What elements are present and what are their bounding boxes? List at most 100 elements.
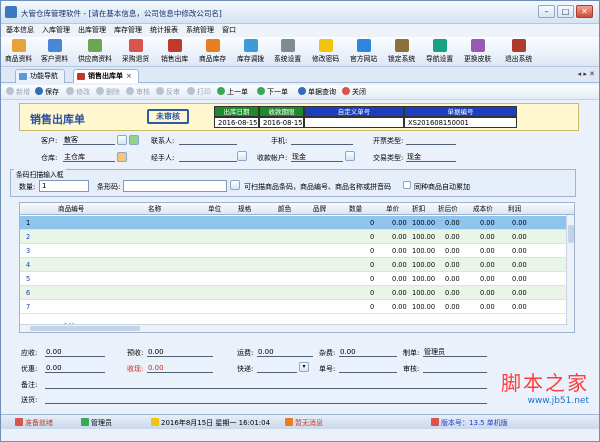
col-price[interactable]: 单价	[386, 203, 399, 215]
toolbar-purchase-return[interactable]: 采购退货	[122, 39, 149, 63]
prev-doc-button[interactable]: 上一单	[217, 87, 248, 97]
payment-due-field[interactable]: 2016-08-15	[259, 117, 304, 128]
auditor-field[interactable]	[423, 363, 487, 373]
toolbar-lock-system[interactable]: 锁定系统	[388, 39, 415, 63]
merge-checkbox[interactable]	[403, 181, 411, 189]
menu-reports[interactable]: 统计报表	[146, 24, 182, 37]
warehouse-field[interactable]: 主仓库	[63, 152, 115, 162]
menu-stock[interactable]: 库存管理	[110, 24, 146, 37]
col-unit[interactable]: 单位	[208, 203, 221, 215]
tab-close-icon[interactable]: ×	[126, 72, 132, 80]
grid-vertical-scrollbar[interactable]	[566, 215, 574, 332]
col-profit[interactable]: 利润	[508, 203, 521, 215]
toolbar-system-settings[interactable]: 系统设置	[274, 39, 301, 63]
col-spec[interactable]: 规格	[238, 203, 251, 215]
outbound-date-field[interactable]: 2016-08-15	[214, 117, 259, 128]
maximize-button[interactable]: □	[557, 5, 574, 18]
waybill-field[interactable]	[339, 363, 397, 373]
status-message[interactable]: 暂无消息	[285, 418, 323, 428]
handler-field[interactable]	[179, 152, 237, 162]
grid-header: 商品编号 名称 单位 规格 颜色 品牌 数量 单价 折扣 折后价 成本价 利润	[20, 203, 574, 215]
handler-select-icon[interactable]	[237, 151, 247, 161]
toolbar-change-password[interactable]: 修改密码	[312, 39, 339, 63]
vertical-scroll-thumb[interactable]	[568, 225, 574, 243]
barcode-search-icon[interactable]	[230, 180, 240, 190]
toolbar-supplier-info[interactable]: 供应商资料	[78, 39, 112, 63]
barcode-input[interactable]	[123, 180, 227, 192]
toolbar-exit[interactable]: 退出系统	[505, 39, 532, 63]
menu-system[interactable]: 系统管理	[182, 24, 218, 37]
col-discount[interactable]: 折扣	[412, 203, 425, 215]
col-color[interactable]: 颜色	[278, 203, 291, 215]
menu-basic-info[interactable]: 基本信息	[1, 24, 38, 37]
col-net-price[interactable]: 折后价	[438, 203, 458, 215]
receipt-account-field[interactable]: 现金	[291, 152, 343, 162]
warehouse-select-icon[interactable]	[117, 152, 127, 162]
customer-select-icon[interactable]	[117, 135, 127, 145]
customer-field[interactable]: 散客	[63, 135, 115, 145]
table-row[interactable]: 1 0 0.00 100.00 0.00 0.00 0.00	[20, 216, 568, 230]
phone-field[interactable]	[291, 135, 353, 145]
cell-price: 0.00	[392, 233, 407, 241]
toolbar-product-info[interactable]: 商品资料	[5, 39, 32, 63]
toolbar-nav-settings[interactable]: 导航设置	[426, 39, 453, 63]
misc-fee-field[interactable]: 0.00	[339, 347, 397, 357]
menu-inbound[interactable]: 入库管理	[38, 24, 74, 37]
col-product-code[interactable]: 商品编号	[58, 203, 84, 215]
audit-button[interactable]: 审核	[126, 87, 150, 97]
tab-navigation[interactable]: ◂ ▸ ✕	[578, 70, 595, 78]
table-row[interactable]: 3 0 0.00 100.00 0.00 0.00 0.00	[20, 244, 568, 258]
col-name[interactable]: 名称	[148, 203, 161, 215]
table-row[interactable]: 6 0 0.00 100.00 0.00 0.00 0.00	[20, 286, 568, 300]
invoice-type-field[interactable]	[406, 135, 456, 145]
print-button[interactable]: 打印	[187, 87, 211, 97]
cell-qty: 0	[370, 275, 375, 283]
query-doc-button[interactable]: 单据查询	[298, 87, 336, 97]
scan-qty-input[interactable]: 1	[39, 180, 89, 192]
toolbar-sales-outbound[interactable]: 销售出库	[161, 39, 188, 63]
col-qty[interactable]: 数量	[349, 203, 362, 215]
col-cost[interactable]: 成本价	[473, 203, 493, 215]
trade-type-field[interactable]: 现金	[406, 152, 456, 162]
contact-field[interactable]	[179, 135, 237, 145]
toolbar-customer-info[interactable]: 客户资料	[41, 39, 68, 63]
maker-field[interactable]: 管理员	[423, 347, 487, 357]
menu-window[interactable]: 窗口	[218, 24, 240, 37]
col-brand[interactable]: 品牌	[313, 203, 326, 215]
toolbar-change-skin[interactable]: 更换皮肤	[464, 39, 491, 63]
close-doc-button[interactable]: 关闭	[342, 87, 366, 97]
add-customer-icon[interactable]	[129, 135, 139, 145]
custom-no-field[interactable]	[304, 117, 404, 128]
table-row[interactable]: 7 0 0.00 100.00 0.00 0.00 0.00	[20, 300, 568, 314]
delivery-field[interactable]	[45, 394, 487, 404]
delete-button[interactable]: 删除	[96, 87, 120, 97]
save-button[interactable]: 保存	[35, 87, 59, 97]
received-field[interactable]: 0.00	[147, 363, 213, 373]
freight-field[interactable]: 0.00	[257, 347, 313, 357]
toolbar-stock-transfer[interactable]: 库存调拨	[237, 39, 264, 63]
unaudit-button[interactable]: 反审	[156, 87, 180, 97]
table-row[interactable]: 4 0 0.00 100.00 0.00 0.00 0.00	[20, 258, 568, 272]
account-select-icon[interactable]	[345, 151, 355, 161]
express-dropdown-icon[interactable]: ▾	[299, 362, 309, 372]
deposit-field[interactable]: 0.00	[147, 347, 213, 357]
toolbar-product-stock[interactable]: 商品库存	[199, 39, 226, 63]
grid-horizontal-scrollbar[interactable]	[20, 324, 568, 332]
remark-field[interactable]	[45, 379, 487, 389]
edit-button[interactable]: 修改	[66, 87, 90, 97]
discount-field[interactable]: 0.00	[45, 363, 105, 373]
tab-function-nav[interactable]: 功能导航	[15, 69, 65, 83]
tab-sales-outbound[interactable]: 销售出库单 ×	[73, 69, 139, 83]
minimize-button[interactable]: –	[538, 5, 555, 18]
table-row[interactable]: 5 0 0.00 100.00 0.00 0.00 0.00	[20, 272, 568, 286]
horizontal-scroll-thumb[interactable]	[30, 326, 140, 331]
next-doc-button[interactable]: 下一单	[257, 87, 288, 97]
toolbar-official-site[interactable]: 官方网站	[350, 39, 377, 63]
close-window-button[interactable]: ✕	[576, 5, 593, 18]
express-field[interactable]	[257, 363, 297, 373]
table-row[interactable]: 2 0 0.00 100.00 0.00 0.00 0.00	[20, 230, 568, 244]
receivable-field[interactable]: 0.00	[45, 347, 105, 357]
new-button[interactable]: 新增	[6, 87, 30, 97]
menu-outbound[interactable]: 出库管理	[74, 24, 110, 37]
doc-no-field[interactable]: XS201608150001	[404, 117, 517, 128]
